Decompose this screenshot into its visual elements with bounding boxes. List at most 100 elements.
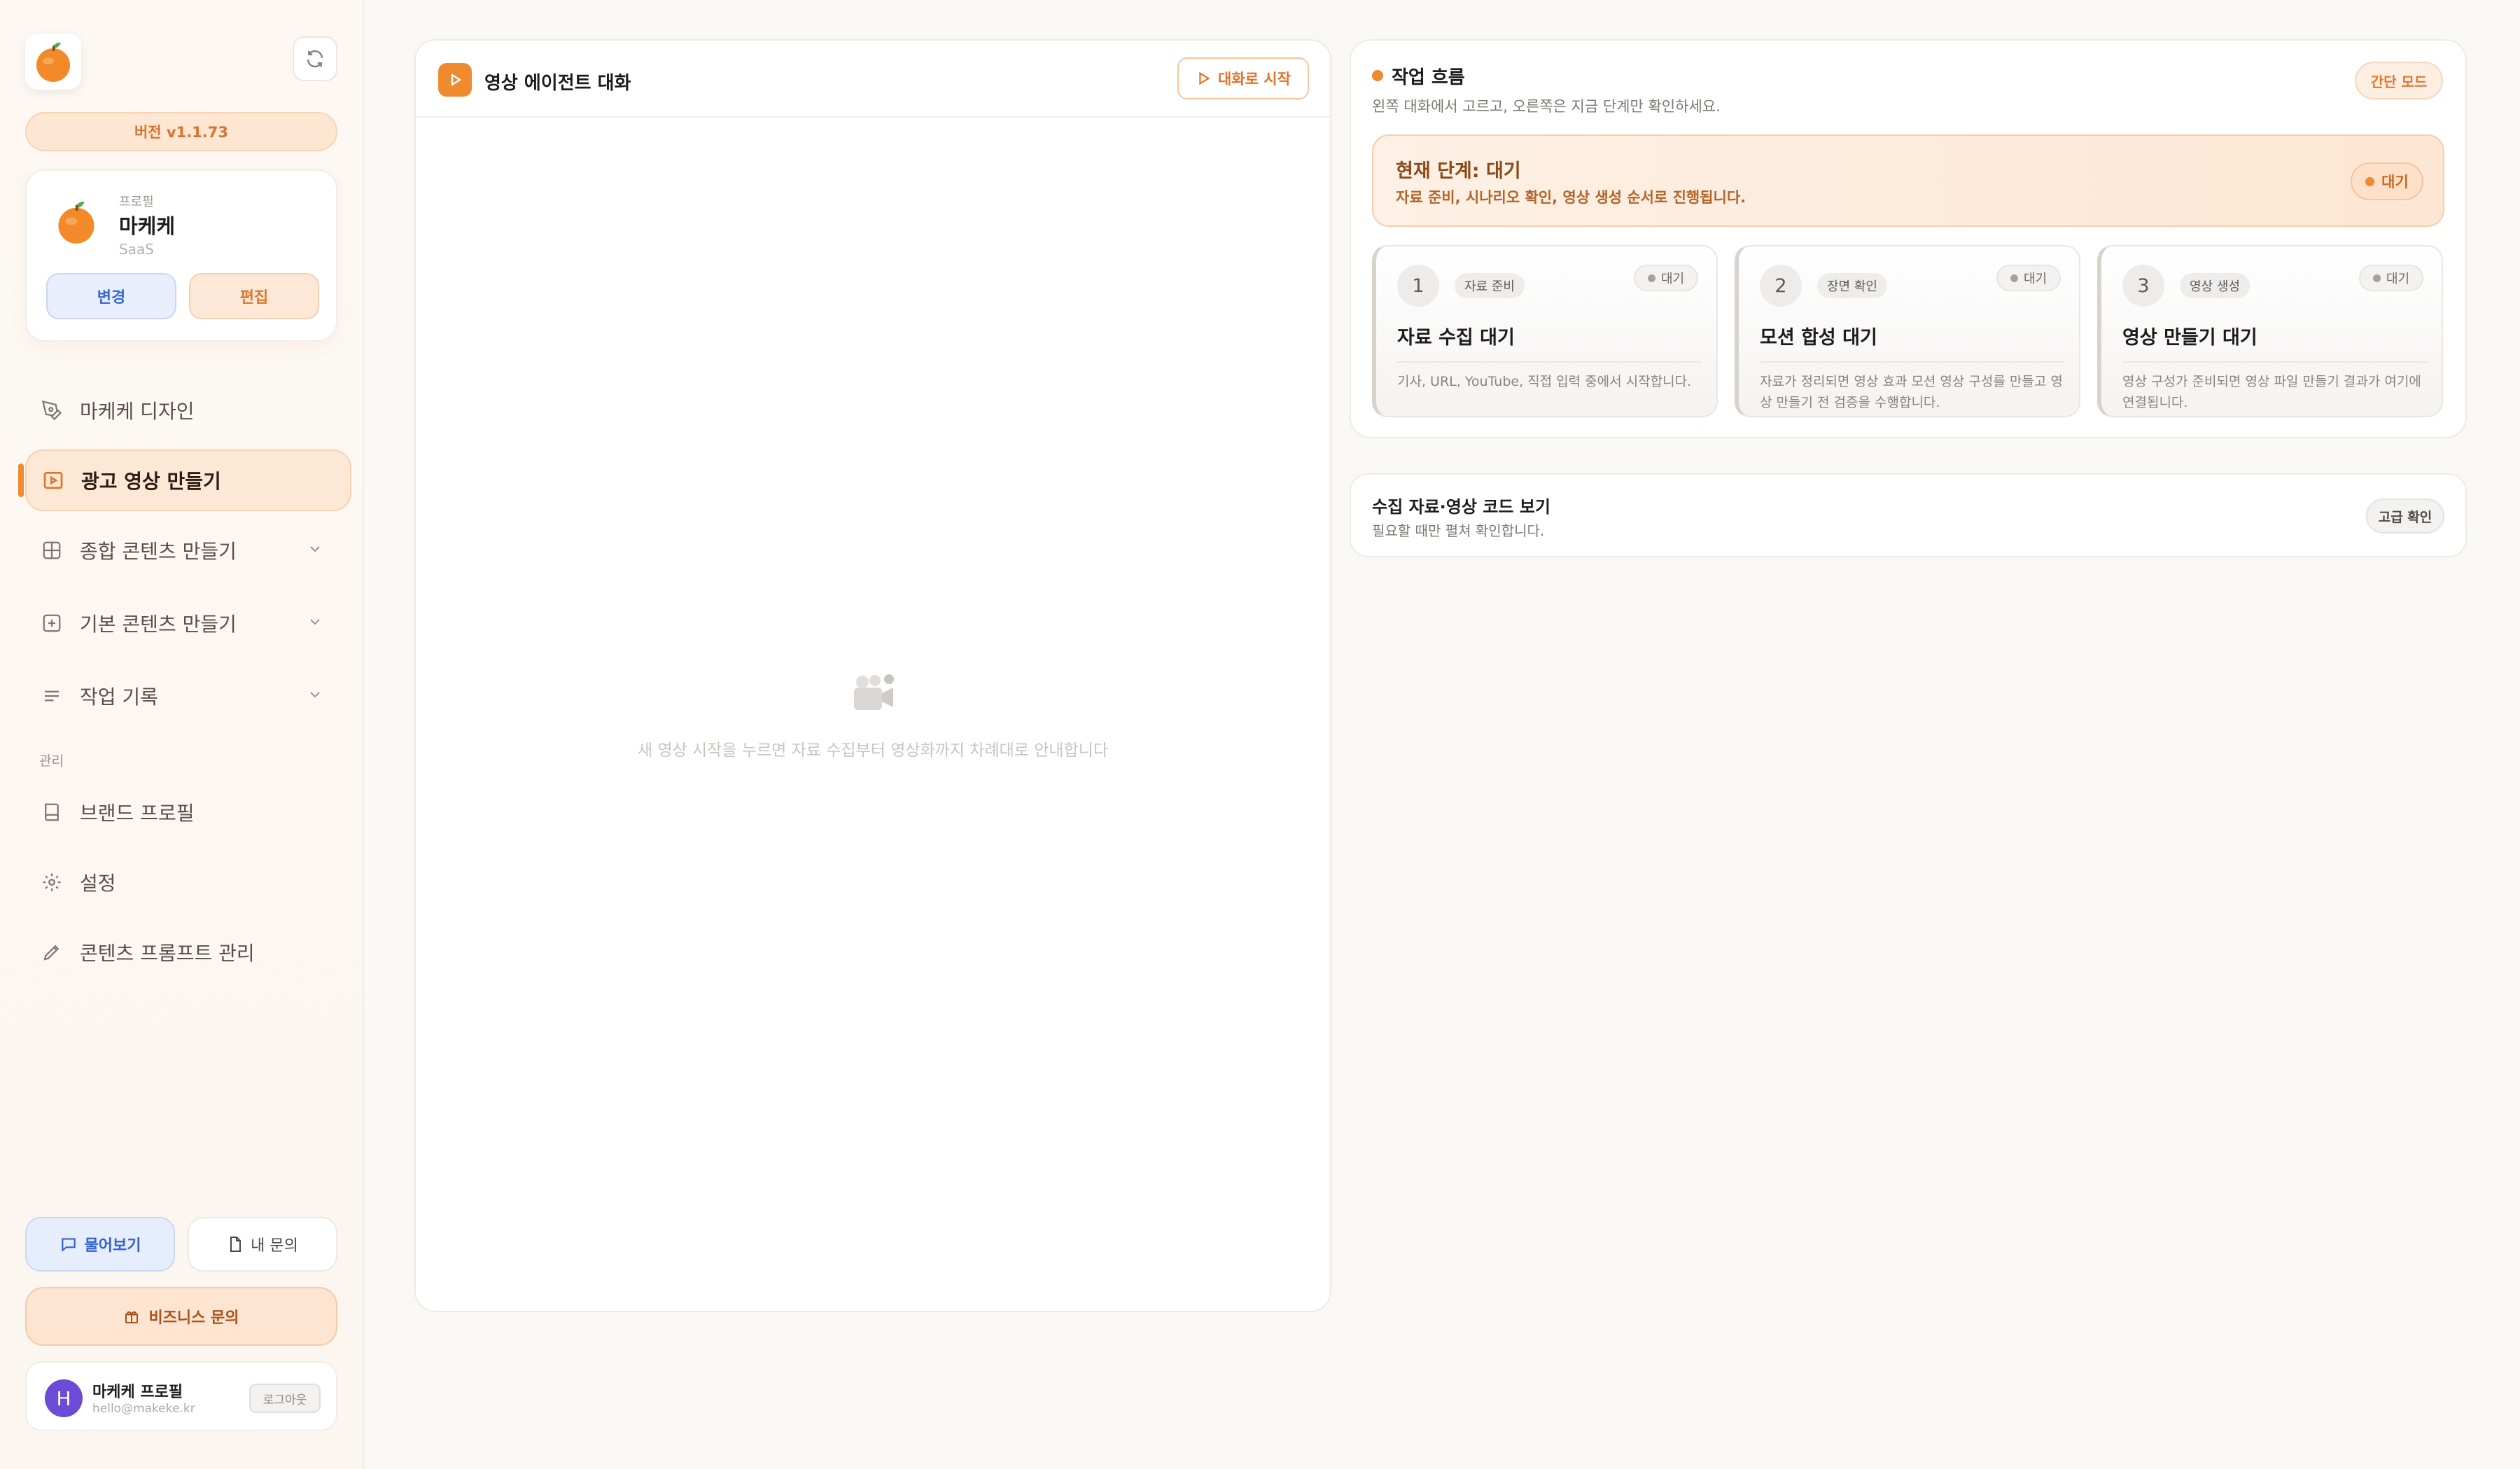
camera-empty-icon [854, 674, 894, 710]
nav-video-ad-label: 광고 영상 만들기 [81, 470, 221, 493]
chevron-down-icon[interactable] [307, 686, 323, 703]
nav-integrated-content-label: 종합 콘텐츠 만들기 [80, 540, 237, 563]
nav-basic-content[interactable]: 기본 콘텐츠 만들기 [25, 592, 351, 654]
divider [1397, 361, 1702, 363]
step-title: 자료 수집 대기 [1397, 327, 1515, 349]
status-dot [2010, 274, 2018, 282]
document-icon [230, 1237, 241, 1252]
profile-change-button[interactable]: 변경 [46, 273, 176, 319]
book-icon [38, 802, 66, 823]
avatar[interactable]: H [45, 1379, 83, 1417]
step-status-badge: 대기 [1996, 265, 2061, 291]
section-manage-label: 관리 [39, 753, 64, 769]
profile-edit-button[interactable]: 편집 [189, 273, 319, 319]
list-icon [38, 685, 66, 706]
step-desc: 기사, URL, YouTube, 직접 입력 중에서 시작합니다. [1397, 374, 1692, 389]
my-inquiry-button[interactable]: 내 문의 [188, 1217, 337, 1272]
workflow-panel: 작업 흐름 왼쪽 대화에서 고르고, 오른쪽은 지금 단계만 확인하세요. 간단… [1350, 39, 2467, 438]
nav-prompt-manage-label: 콘텐츠 프롬프트 관리 [80, 942, 255, 965]
step-number: 1 [1397, 265, 1439, 307]
nav-video-ad[interactable]: 광고 영상 만들기 [25, 450, 351, 511]
step-number: 3 [2122, 265, 2164, 307]
profile-industry: SaaS [119, 241, 154, 258]
status-badge: 대기 [2351, 162, 2423, 200]
version-badge: 버전 v1.1.73 [25, 112, 337, 151]
empty-state-text: 새 영상 시작을 누르면 자료 수집부터 영상화까지 차례대로 안내합니다 [637, 742, 1109, 760]
pencil-icon [38, 942, 66, 963]
gear-icon [38, 872, 66, 893]
user-name: 마케케 프로필 [92, 1384, 183, 1401]
data-panel-subtitle: 필요할 때만 펼쳐 확인합니다. [1372, 522, 1545, 539]
step-tag: 영상 생성 [2180, 273, 2250, 298]
nav-design-label: 마케케 디자인 [80, 400, 195, 423]
chevron-down-icon[interactable] [307, 613, 323, 630]
profile-orange-icon [58, 202, 94, 244]
start-chat-button[interactable]: 대화로 시작 [1177, 57, 1309, 99]
step-card-2[interactable]: 2 장면 확인 대기 모션 합성 대기 자료가 정리되면 영상 효과 모션 영상… [1735, 245, 2080, 417]
ask-button-label: 물어보기 [84, 1237, 141, 1255]
nav-history[interactable]: 작업 기록 [25, 665, 351, 727]
divider [1760, 361, 2065, 363]
play-icon [1199, 71, 1210, 85]
nav-brand-profile[interactable]: 브랜드 프로필 [25, 781, 351, 843]
nav-design[interactable]: 마케케 디자인 [25, 380, 351, 441]
user-email: hello@makeke.kr [92, 1402, 195, 1416]
my-inquiry-label: 내 문의 [251, 1237, 298, 1255]
status-badge-label: 대기 [2381, 174, 2409, 190]
business-inquiry-button[interactable]: 비즈니스 문의 [25, 1287, 337, 1346]
step-title: 영상 만들기 대기 [2122, 327, 2258, 349]
status-dot [1647, 274, 1656, 282]
nav-integrated-content[interactable]: 종합 콘텐츠 만들기 [25, 520, 351, 581]
advanced-check-button[interactable]: 고급 확인 [2366, 499, 2444, 534]
step-status-label: 대기 [1660, 272, 1685, 286]
profile-card: 프로필 마케케 SaaS 변경 편집 [25, 169, 337, 342]
plus-square-icon [38, 613, 66, 634]
step-tag: 장면 확인 [1817, 273, 1887, 298]
chevron-down-icon[interactable] [307, 541, 323, 557]
nav-settings-label: 설정 [80, 872, 116, 895]
chat-title: 영상 에이전트 대화 [484, 73, 631, 94]
step-card-3[interactable]: 3 영상 생성 대기 영상 만들기 대기 영상 구성가 준비되면 영상 파일 만… [2097, 245, 2443, 417]
workflow-subtitle: 왼쪽 대화에서 고르고, 오른쪽은 지금 단계만 확인하세요. [1372, 98, 1721, 115]
active-indicator [18, 464, 24, 497]
step-status-label: 대기 [2023, 272, 2047, 286]
step-status-badge: 대기 [1634, 265, 1698, 291]
refresh-button[interactable] [293, 36, 337, 81]
ask-button[interactable]: 물어보기 [25, 1217, 175, 1272]
status-dot [2372, 274, 2381, 282]
nav-basic-content-label: 기본 콘텐츠 만들기 [80, 613, 237, 636]
profile-name: 마케케 [119, 214, 176, 238]
app-logo[interactable] [25, 34, 81, 90]
step-tag: 자료 준비 [1455, 273, 1525, 298]
step-card-1[interactable]: 1 자료 준비 대기 자료 수집 대기 기사, URL, YouTube, 직접… [1372, 245, 1718, 417]
step-desc: 자료가 정리되면 영상 효과 모션 영상 구성를 만들고 영상 만들기 전 검증… [1760, 374, 2063, 410]
pen-tool-icon [38, 400, 66, 421]
orange-logo-icon [36, 42, 70, 82]
chat-panel: 영상 에이전트 대화 대화로 시작 새 영상 시작을 누르면 자료 수집부터 영… [414, 39, 1331, 1312]
gift-icon [125, 1311, 139, 1323]
step-status-label: 대기 [2386, 272, 2410, 286]
current-stage-desc: 자료 준비, 시나리오 확인, 영상 생성 순서로 진행됩니다. [1396, 189, 1746, 206]
nav-settings[interactable]: 설정 [25, 851, 351, 913]
play-icon [438, 63, 472, 97]
data-panel-title: 수집 자료·영상 코드 보기 [1372, 497, 1550, 517]
step-number: 2 [1760, 265, 1802, 307]
current-stage-box: 현재 단계: 대기 자료 준비, 시나리오 확인, 영상 생성 순서로 진행됩니… [1372, 134, 2444, 227]
nav-history-label: 작업 기록 [80, 685, 158, 709]
current-stage-title: 현재 단계: 대기 [1396, 160, 1521, 182]
nav-prompt-manage[interactable]: 콘텐츠 프롬프트 관리 [25, 921, 351, 983]
business-inquiry-label: 비즈니스 문의 [148, 1309, 239, 1327]
workflow-title: 작업 흐름 [1392, 67, 1465, 88]
refresh-icon [307, 50, 323, 68]
sidebar: 버전 v1.1.73 프로필 마케케 SaaS 변경 편집 마케케 디자인 광고… [0, 0, 364, 1469]
divider [2122, 361, 2428, 363]
collected-data-panel[interactable]: 수집 자료·영상 코드 보기 필요할 때만 펼쳐 확인합니다. 고급 확인 [1350, 473, 2467, 557]
step-title: 모션 합성 대기 [1760, 327, 1877, 349]
simple-mode-button[interactable]: 간단 모드 [2355, 62, 2443, 99]
step-desc: 영상 구성가 준비되면 영상 파일 만들기 결과가 여기에 연결됩니다. [2122, 374, 2421, 410]
video-play-icon [39, 469, 67, 492]
chat-header: 영상 에이전트 대화 대화로 시작 [416, 41, 1330, 118]
logout-button[interactable]: 로그아웃 [249, 1384, 321, 1413]
user-card: H 마케케 프로필 hello@makeke.kr 로그아웃 [25, 1361, 337, 1431]
profile-label: 프로필 [119, 195, 154, 209]
